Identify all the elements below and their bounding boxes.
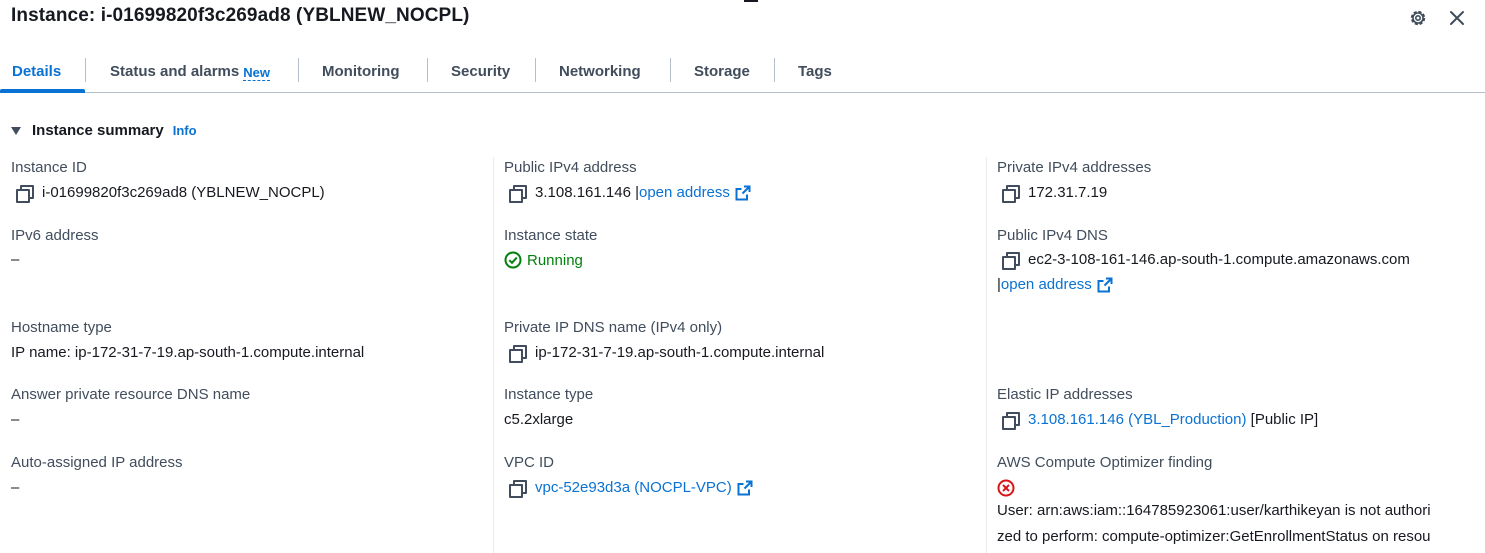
open-address-link[interactable]: open address	[639, 184, 730, 201]
tab-divider	[427, 58, 428, 82]
instance-summary-header[interactable]: Instance summary Info	[11, 122, 197, 139]
elastic-ip-value: 3.108.161.146 (YBL_Production) [Public I…	[1002, 411, 1319, 430]
tab-status-and-alarms[interactable]: Status and alarms New	[110, 50, 270, 92]
private-dns-text: ip-172-31-7-19.ap-south-1.compute.intern…	[535, 344, 825, 361]
external-link-icon[interactable]	[737, 480, 753, 496]
column-divider	[986, 157, 987, 553]
new-badge[interactable]: New	[243, 65, 270, 81]
private-ipv4-label: Private IPv4 addresses	[997, 159, 1152, 176]
tab-divider	[670, 58, 671, 82]
private-ipv4-value: 172.31.7.19	[1002, 184, 1108, 203]
ipv6-label: IPv6 address	[11, 227, 99, 244]
public-ipv4-label: Public IPv4 address	[504, 159, 637, 176]
close-icon[interactable]	[1445, 6, 1469, 30]
elastic-ip-label: Elastic IP addresses	[997, 386, 1133, 403]
info-link[interactable]: Info	[173, 123, 197, 138]
tab-label: Security	[451, 62, 511, 80]
hostname-type-label: Hostname type	[11, 319, 112, 336]
gear-icon[interactable]	[1406, 6, 1430, 30]
instance-id-label: Instance ID	[11, 159, 87, 176]
copy-icon[interactable]	[16, 184, 34, 203]
copy-icon[interactable]	[509, 479, 527, 498]
external-link-icon[interactable]	[1097, 277, 1113, 293]
public-dns-open: | open address	[997, 276, 1113, 293]
public-ipv4-text: 3.108.161.146 |	[535, 184, 639, 201]
public-dns-value: ec2-3-108-161-146.ap-south-1.compute.ama…	[1002, 251, 1410, 270]
public-dns-label: Public IPv4 DNS	[997, 227, 1108, 244]
check-circle-icon	[504, 251, 522, 269]
error-icon	[997, 479, 1015, 497]
private-dns-label: Private IP DNS name (IPv4 only)	[504, 319, 723, 336]
header: Instance: i-01699820f3c269ad8 (YBLNEW_NO…	[0, 0, 1485, 38]
vpc-link[interactable]: vpc-52e93d3a (NOCPL-VPC)	[535, 479, 732, 496]
tab-divider	[298, 58, 299, 82]
elastic-ip-suffix: [Public IP]	[1246, 411, 1319, 428]
tab-tags[interactable]: Tags	[798, 50, 832, 92]
instance-id-text: i-01699820f3c269ad8 (YBLNEW_NOCPL)	[42, 184, 325, 201]
tab-label: Status and alarms	[110, 62, 240, 80]
caret-down-icon[interactable]	[11, 127, 21, 135]
copy-icon[interactable]	[509, 184, 527, 203]
top-edge-mark	[744, 0, 758, 2]
tab-divider	[774, 58, 775, 82]
answer-dns-value: –	[11, 411, 20, 428]
section-title: Instance summary	[32, 122, 164, 139]
tab-divider	[535, 58, 536, 82]
tab-label: Details	[12, 62, 62, 80]
elastic-ip-link[interactable]: 3.108.161.146 (YBL_Production)	[1028, 411, 1247, 428]
private-dns-value: ip-172-31-7-19.ap-south-1.compute.intern…	[509, 344, 825, 363]
open-address-link[interactable]: open address	[1001, 276, 1092, 293]
instance-type-value: c5.2xlarge	[504, 411, 574, 428]
external-link-icon[interactable]	[735, 185, 751, 201]
status-running: Running	[527, 251, 583, 269]
optimizer-error-line1: User: arn:aws:iam::164785923061:user/kar…	[997, 502, 1431, 519]
page-title: Instance: i-01699820f3c269ad8 (YBLNEW_NO…	[11, 5, 470, 26]
tab-monitoring[interactable]: Monitoring	[322, 50, 399, 92]
public-ipv4-value: 3.108.161.146 | open address	[509, 184, 751, 203]
optimizer-label: AWS Compute Optimizer finding	[997, 454, 1213, 471]
copy-icon[interactable]	[1002, 184, 1020, 203]
tab-label: Monitoring	[322, 62, 400, 80]
active-tab-indicator	[0, 89, 85, 93]
tab-divider	[85, 58, 86, 82]
tab-label: Tags	[798, 62, 832, 80]
tab-networking[interactable]: Networking	[559, 50, 641, 92]
copy-icon[interactable]	[1002, 411, 1020, 430]
vpc-id-label: VPC ID	[504, 454, 555, 471]
instance-state-label: Instance state	[504, 227, 598, 244]
tab-label: Storage	[694, 62, 750, 80]
copy-icon[interactable]	[1002, 251, 1020, 270]
copy-icon[interactable]	[509, 344, 527, 363]
optimizer-error-line2: zed to perform: compute-optimizer:GetEnr…	[997, 528, 1431, 545]
answer-dns-label: Answer private resource DNS name	[11, 386, 251, 403]
private-ipv4-text: 172.31.7.19	[1028, 184, 1108, 201]
instance-state-value: Running	[504, 251, 583, 269]
ipv6-value: –	[11, 251, 20, 268]
column-divider	[493, 157, 494, 553]
tab-bar: Details Status and alarms New Monitoring…	[0, 50, 1485, 93]
instance-type-label: Instance type	[504, 386, 594, 403]
tab-details[interactable]: Details	[12, 50, 61, 92]
tab-security[interactable]: Security	[451, 50, 510, 92]
instance-id-value: i-01699820f3c269ad8 (YBLNEW_NOCPL)	[16, 184, 325, 203]
tab-label: Networking	[559, 62, 641, 80]
public-dns-text: ec2-3-108-161-146.ap-south-1.compute.ama…	[1028, 251, 1410, 268]
auto-ip-value: –	[11, 479, 20, 496]
tab-storage[interactable]: Storage	[694, 50, 750, 92]
hostname-type-value: IP name: ip-172-31-7-19.ap-south-1.compu…	[11, 344, 365, 361]
vpc-id-value: vpc-52e93d3a (NOCPL-VPC)	[509, 479, 753, 498]
auto-ip-label: Auto-assigned IP address	[11, 454, 183, 471]
